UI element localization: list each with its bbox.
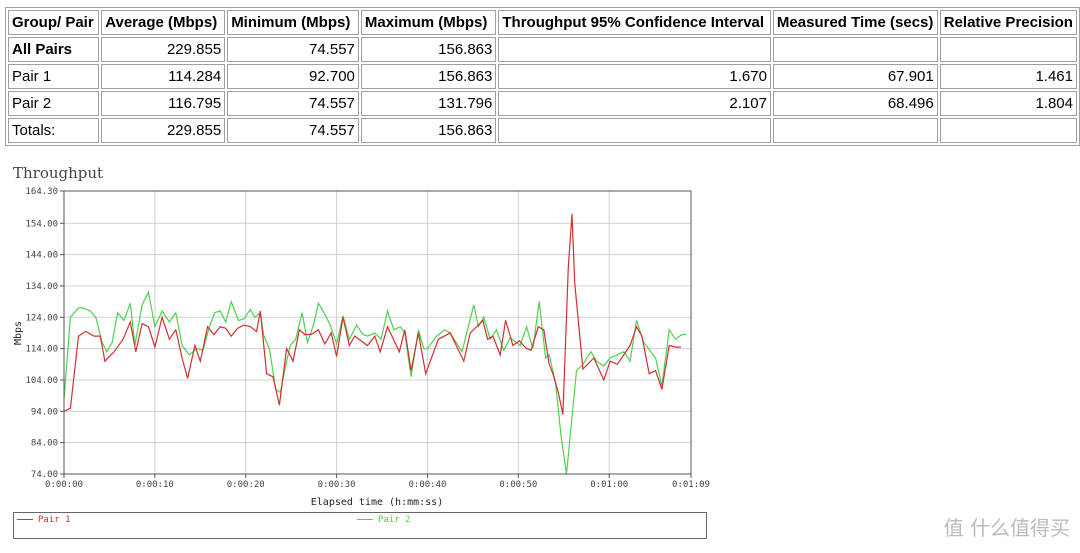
legend-label: Pair 2 (378, 515, 411, 525)
y-tick-label: 164.30 (25, 187, 58, 197)
series-line-pair-2 (63, 290, 687, 475)
x-tick-label: 0:00:40 (409, 480, 447, 490)
y-tick-label: 94.00 (31, 407, 58, 417)
y-tick-label: 154.00 (25, 219, 58, 229)
tick-labels: 74.00 84.00 94.00 104.00 114.00 124.00 134.00 1… (25, 187, 709, 490)
y-tick-label: 144.00 (25, 251, 58, 261)
x-tick-label: 0:01:09 (672, 480, 710, 490)
x-tick-label: 0:00:30 (318, 480, 356, 490)
y-tick-label: 84.00 (31, 439, 58, 449)
y-tick-label: 114.00 (25, 345, 58, 355)
x-tick-label: 0:00:20 (227, 480, 265, 490)
legend: Pair 1 Pair 2 (13, 512, 707, 539)
y-tick-label: 74.00 (31, 470, 58, 480)
legend-swatch (17, 519, 33, 520)
x-tick-label: 0:00:50 (499, 480, 537, 490)
legend-swatch (357, 519, 373, 520)
watermark-logo: 值 什么值得买 (943, 516, 1070, 540)
legend-label: Pair 1 (38, 515, 71, 525)
y-tick-label: 124.00 (25, 313, 58, 323)
x-tick-label: 0:00:10 (136, 480, 174, 490)
throughput-chart: 74.00 84.00 94.00 104.00 114.00 124.00 134.00 1… (13, 187, 710, 508)
series-lines (63, 213, 687, 475)
legend-item-pair-1: Pair 1 (17, 515, 71, 525)
x-tick-label: 0:01:00 (590, 480, 628, 490)
x-tick-label: 0:00:00 (45, 480, 83, 490)
y-tick-label: 104.00 (25, 376, 58, 386)
y-axis-label: Mbps (13, 321, 24, 345)
y-tick-label: 134.00 (25, 282, 58, 292)
x-axis-label: Elapsed time (h:mm:ss) (311, 497, 443, 508)
series-line-pair-1 (63, 213, 681, 415)
legend-item-pair-2: Pair 2 (357, 515, 411, 525)
